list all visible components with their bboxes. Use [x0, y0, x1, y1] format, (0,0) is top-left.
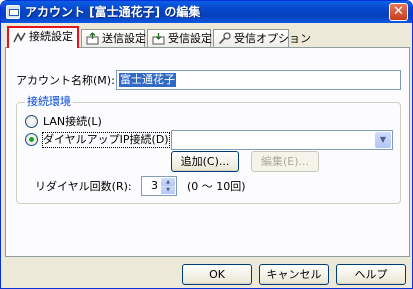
tab-label: 受信オプション [234, 32, 311, 45]
receive-icon [152, 33, 165, 45]
account-name-label: アカウント名称(M): [16, 74, 115, 87]
spinner-arrows[interactable]: ▲ ▼ [161, 178, 175, 194]
spin-down-icon[interactable]: ▼ [161, 186, 175, 194]
chevron-down-icon[interactable]: ▼ [375, 132, 391, 148]
redial-count-label: リダイヤル回数(R): [35, 180, 132, 193]
tab-label: 受信設定 [168, 32, 212, 45]
account-edit-dialog: アカウント [富士通花子] の編集 ✕ 接続設定 送信設定 受信設定 受信オプシ… [0, 0, 413, 289]
lan-label[interactable]: LAN接続(L) [43, 115, 102, 129]
tab-receive-settings[interactable]: 受信設定 [147, 29, 212, 48]
cancel-button[interactable]: キャンセル [259, 264, 329, 285]
title-bar[interactable]: アカウント [富士通花子] の編集 ✕ [1, 1, 412, 23]
edit-button[interactable]: 編集(E)... [251, 151, 319, 172]
tab-send-settings[interactable]: 送信設定 [81, 29, 146, 48]
app-icon [6, 5, 20, 19]
connection-environment-group: 接続環境 LAN接続(L) ダイヤルアップIP接続(D) ▼ 追加(C)... … [16, 95, 401, 204]
redial-count-value: 3 [151, 179, 158, 192]
receive-option-icon [218, 32, 231, 45]
account-name-value: 富士通花子 [119, 73, 176, 87]
lan-radio[interactable] [25, 115, 38, 128]
redial-range-text: (0 ～ 10回) [187, 180, 246, 193]
connection-icon [13, 32, 26, 43]
connection-environment-title: 接続環境 [25, 95, 73, 109]
tab-label: 接続設定 [29, 30, 73, 43]
spin-up-icon[interactable]: ▲ [161, 178, 175, 186]
dialup-radio[interactable] [25, 133, 38, 146]
redial-count-spinner[interactable]: 3 ▲ ▼ [141, 176, 177, 196]
dialup-label[interactable]: ダイヤルアップIP接続(D) [42, 132, 170, 148]
account-name-input[interactable]: 富士通花子 [116, 70, 401, 90]
dialup-connection-select[interactable]: ▼ [171, 130, 393, 150]
ok-button[interactable]: OK [182, 264, 252, 285]
tab-strip: 接続設定 送信設定 受信設定 受信オプション [5, 26, 410, 48]
tab-label: 送信設定 [102, 32, 146, 45]
add-button[interactable]: 追加(C)... [171, 151, 239, 172]
tab-connection-settings[interactable]: 接続設定 [7, 26, 79, 48]
connection-settings-panel: アカウント名称(M): 富士通花子 接続環境 LAN接続(L) ダイヤルアップI… [5, 47, 410, 257]
close-button[interactable]: ✕ [389, 3, 408, 21]
tab-receive-options[interactable]: 受信オプション [213, 29, 311, 48]
help-button[interactable]: ヘルプ [336, 264, 406, 285]
window-title: アカウント [富士通花子] の編集 [25, 5, 201, 19]
send-icon [86, 32, 99, 45]
